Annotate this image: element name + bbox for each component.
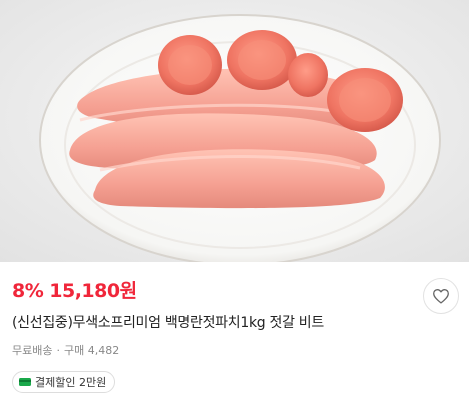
product-image[interactable]: [0, 0, 469, 262]
price-row: 8% 15,180원: [12, 276, 137, 304]
product-photo: [0, 0, 469, 262]
like-button[interactable]: [423, 278, 459, 314]
meta-separator: ·: [56, 343, 60, 357]
badge-label: 결제할인 2만원: [35, 376, 107, 389]
purchase-count: 구매 4,482: [63, 344, 120, 357]
product-title[interactable]: (신선집중)무색소프리미엄 백명란젓파치1kg 젓갈 비트: [12, 312, 412, 332]
card-icon: [19, 378, 31, 386]
payment-discount-badge: 결제할인 2만원: [12, 371, 116, 393]
heart-outline-icon: [433, 289, 449, 304]
discount-rate: 8%: [12, 280, 44, 302]
shipping-info: 무료배송: [12, 344, 53, 357]
product-meta: 무료배송 · 구매 4,482: [12, 342, 119, 358]
sale-price: 15,180원: [49, 280, 137, 302]
